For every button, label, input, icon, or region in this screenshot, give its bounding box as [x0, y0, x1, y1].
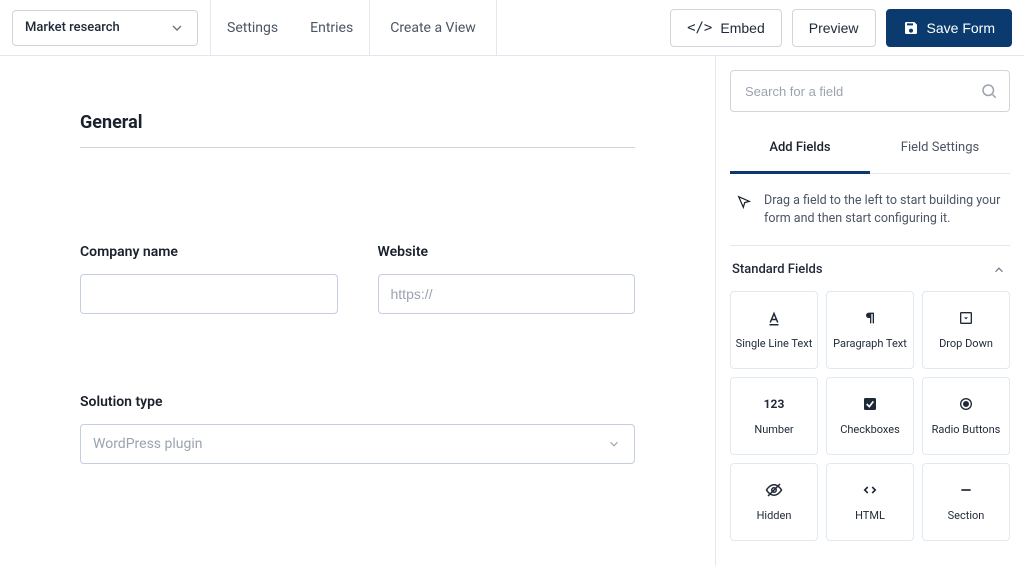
field-row: Company name Website	[80, 244, 635, 314]
tile-section[interactable]: Section	[922, 463, 1010, 541]
form-selector-label: Market research	[25, 20, 120, 35]
website-label: Website	[378, 244, 636, 260]
tile-label: HTML	[855, 510, 885, 522]
save-icon	[903, 20, 919, 36]
tile-dropdown[interactable]: Drop Down	[922, 291, 1010, 369]
tab-field-settings[interactable]: Field Settings	[870, 124, 1010, 173]
paragraph-icon	[861, 309, 879, 327]
hint-text: Drag a field to the left to start buildi…	[764, 192, 1002, 227]
solution-type-label: Solution type	[80, 394, 635, 410]
solution-type-select-wrap: WordPress plugin	[80, 424, 635, 464]
tile-paragraph-text[interactable]: Paragraph Text	[826, 291, 914, 369]
tab-add-fields[interactable]: Add Fields	[730, 124, 870, 174]
dropdown-icon	[957, 309, 975, 327]
topbar: Market research Settings Entries Create …	[0, 0, 1024, 56]
code-icon: </>	[687, 20, 712, 36]
main: General Company name Website Solution ty…	[0, 56, 1024, 566]
company-name-label: Company name	[80, 244, 338, 260]
tile-single-line-text[interactable]: Single Line Text	[730, 291, 818, 369]
hint: Drag a field to the left to start buildi…	[730, 174, 1010, 246]
nav-entries[interactable]: Entries	[294, 0, 369, 56]
topbar-actions: </> Embed Preview Save Form	[670, 9, 1012, 47]
sidepanel: Add Fields Field Settings Drag a field t…	[716, 56, 1024, 566]
group-standard-fields[interactable]: Standard Fields	[730, 246, 1010, 291]
tile-label: Section	[948, 510, 985, 522]
field-website: Website	[378, 244, 636, 314]
checkbox-icon	[861, 395, 879, 413]
tile-label: Drop Down	[939, 338, 993, 350]
number-icon: 123	[765, 395, 783, 413]
tile-label: Single Line Text	[736, 338, 813, 350]
form-canvas: General Company name Website Solution ty…	[0, 56, 716, 566]
tile-hidden[interactable]: Hidden	[730, 463, 818, 541]
form-selector-dropdown[interactable]: Market research	[12, 10, 198, 46]
preview-button[interactable]: Preview	[792, 9, 876, 47]
divider	[496, 0, 497, 56]
section-icon	[957, 481, 975, 499]
tile-label: Hidden	[757, 510, 792, 522]
cursor-icon	[736, 194, 752, 210]
company-name-input[interactable]	[80, 274, 338, 314]
tile-html[interactable]: HTML	[826, 463, 914, 541]
field-grid: Single Line Text Paragraph Text Drop Dow…	[730, 291, 1010, 541]
sidepanel-tabs: Add Fields Field Settings	[730, 124, 1010, 174]
nav-create-view[interactable]: Create a View	[370, 0, 496, 56]
solution-type-select[interactable]: WordPress plugin	[80, 424, 635, 464]
tile-label: Number	[754, 424, 793, 436]
chevron-down-icon	[607, 437, 621, 451]
nav-settings[interactable]: Settings	[211, 0, 294, 56]
save-label: Save Form	[927, 20, 995, 36]
field-company-name: Company name	[80, 244, 338, 314]
group-title: Standard Fields	[732, 262, 823, 277]
chevron-up-icon	[992, 263, 1006, 277]
tile-label: Radio Buttons	[932, 424, 1001, 436]
field-solution-type: Solution type WordPress plugin	[80, 394, 635, 464]
section-title: General	[80, 112, 635, 148]
search-wrap	[730, 70, 1010, 112]
tile-number[interactable]: 123 Number	[730, 377, 818, 455]
chevron-down-icon	[169, 20, 185, 36]
hidden-icon	[765, 481, 783, 499]
save-form-button[interactable]: Save Form	[886, 9, 1012, 47]
search-icon	[980, 82, 998, 100]
website-input[interactable]	[378, 274, 636, 314]
text-icon	[765, 309, 783, 327]
preview-label: Preview	[809, 20, 859, 36]
radio-icon	[957, 395, 975, 413]
field-search-input[interactable]	[730, 70, 1010, 112]
tile-radio-buttons[interactable]: Radio Buttons	[922, 377, 1010, 455]
tile-checkboxes[interactable]: Checkboxes	[826, 377, 914, 455]
embed-button[interactable]: </> Embed	[670, 9, 782, 47]
embed-label: Embed	[720, 20, 764, 36]
tile-label: Checkboxes	[840, 424, 900, 436]
html-icon	[861, 481, 879, 499]
tile-label: Paragraph Text	[833, 338, 907, 350]
